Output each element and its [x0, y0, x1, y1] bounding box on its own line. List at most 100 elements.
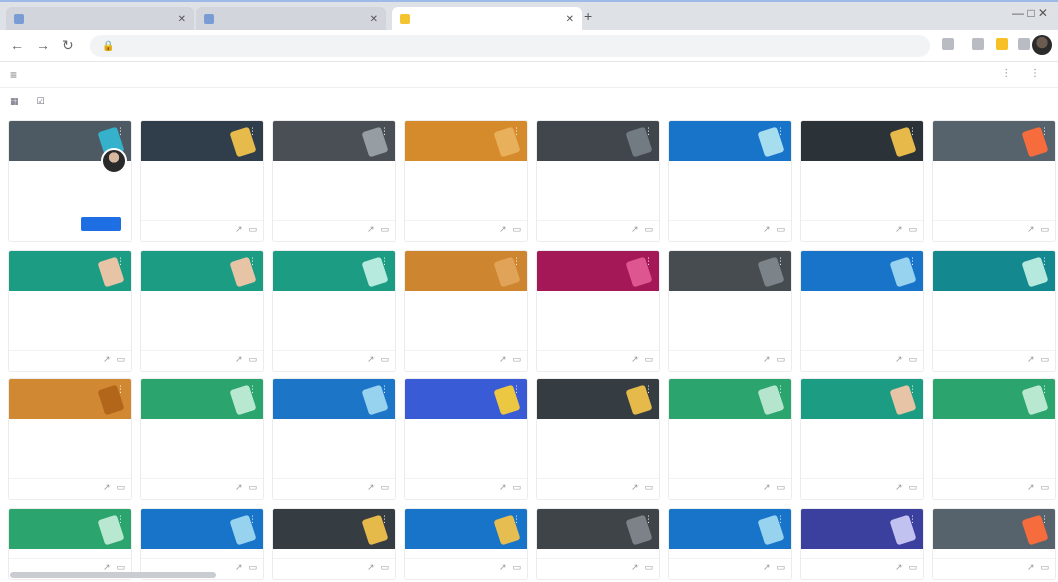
class-card[interactable]: ⋮ ↗ ▭ [932, 378, 1056, 500]
card-header-banner[interactable]: ⋮ [933, 379, 1055, 419]
card-header-banner[interactable]: ⋮ [801, 379, 923, 419]
class-card[interactable]: ⋮ ↗ ▭ [8, 378, 132, 500]
more-options-icon[interactable]: ⋮ [116, 126, 125, 137]
extension-icon[interactable] [1018, 38, 1030, 50]
class-card[interactable]: ⋮ ↗ ▭ [272, 120, 396, 242]
more-options-icon[interactable]: ⋮ [116, 256, 125, 267]
class-card[interactable]: ⋮ ↗ ▭ [272, 378, 396, 500]
more-options-icon[interactable]: ⋮ [1040, 126, 1049, 137]
card-header-banner[interactable]: ⋮ [273, 251, 395, 291]
browser-tab[interactable]: ✕ [6, 7, 194, 31]
class-card[interactable]: ⋮ ↗ ▭ [668, 120, 792, 242]
more-options-icon[interactable]: ⋮ [248, 384, 257, 395]
assignments-icon[interactable]: ↗ [763, 224, 771, 235]
card-header-banner[interactable]: ⋮ [537, 251, 659, 291]
folder-icon[interactable]: ▭ [380, 562, 389, 573]
folder-icon[interactable]: ▭ [380, 482, 389, 493]
more-options-icon[interactable]: ⋮ [116, 384, 125, 395]
card-header-banner[interactable]: ⋮ [141, 509, 263, 549]
assignments-icon[interactable]: ↗ [631, 482, 639, 493]
address-bar[interactable]: 🔒 [90, 35, 930, 57]
assignments-icon[interactable]: ↗ [763, 354, 771, 365]
assignments-icon[interactable]: ↗ [763, 562, 771, 573]
assignments-icon[interactable]: ↗ [1027, 482, 1035, 493]
class-card[interactable]: ⋮ ↗ ▭ [668, 378, 792, 500]
more-options-icon[interactable]: ⋮ [1040, 384, 1049, 395]
more-options-icon[interactable]: ⋮ [248, 256, 257, 267]
more-options-icon[interactable]: ⋮ [908, 256, 917, 267]
card-header-banner[interactable]: ⋮ [273, 121, 395, 161]
assignments-icon[interactable]: ↗ [103, 354, 111, 365]
more-options-icon[interactable]: ⋮ [512, 384, 521, 395]
class-card[interactable]: ⋮ ↗ ▭ [404, 250, 528, 372]
card-header-banner[interactable]: ⋮ [669, 509, 791, 549]
card-header-banner[interactable]: ⋮ [801, 509, 923, 549]
assignments-icon[interactable]: ↗ [367, 354, 375, 365]
assignments-icon[interactable]: ↗ [499, 482, 507, 493]
assignments-icon[interactable]: ↗ [895, 562, 903, 573]
folder-icon[interactable]: ▭ [644, 224, 653, 235]
assignments-icon[interactable]: ↗ [367, 482, 375, 493]
more-options-icon[interactable]: ⋮ [380, 256, 389, 267]
more-options-icon[interactable]: ⋮ [908, 514, 917, 525]
more-options-icon[interactable]: ⋮ [644, 514, 653, 525]
folder-icon[interactable]: ▭ [776, 354, 785, 365]
folder-icon[interactable]: ▭ [380, 224, 389, 235]
assignments-icon[interactable]: ↗ [895, 224, 903, 235]
assignments-icon[interactable]: ↗ [763, 482, 771, 493]
calendar-link[interactable]: ▦ [10, 96, 23, 107]
card-header-banner[interactable]: ⋮ [9, 379, 131, 419]
card-header-banner[interactable]: ⋮ [9, 251, 131, 291]
more-options-icon[interactable]: ⋮ [776, 126, 785, 137]
assignments-icon[interactable]: ↗ [631, 562, 639, 573]
card-header-banner[interactable]: ⋮ [669, 379, 791, 419]
back-icon[interactable]: ← [10, 37, 24, 53]
class-card[interactable]: ⋮ ↗ ▭ [800, 120, 924, 242]
card-header-banner[interactable]: ⋮ [537, 509, 659, 549]
card-header-banner[interactable]: ⋮ [273, 379, 395, 419]
class-card[interactable]: ⋮ ↗ ▭ [404, 120, 528, 242]
assignments-icon[interactable]: ↗ [1027, 562, 1035, 573]
class-card[interactable]: ⋮ ↗ ▭ [536, 250, 660, 372]
more-options-icon[interactable]: ⋮ [776, 256, 785, 267]
extension-icon[interactable] [942, 38, 954, 50]
new-tab-button[interactable]: + [584, 8, 592, 24]
folder-icon[interactable]: ▭ [116, 482, 125, 493]
assignments-icon[interactable]: ↗ [895, 482, 903, 493]
assignments-icon[interactable]: ↗ [499, 354, 507, 365]
class-card[interactable]: ⋮ ↗ ▭ [140, 508, 264, 580]
more-options-icon[interactable]: ⋮ [380, 126, 389, 137]
reload-icon[interactable]: ↻ [62, 37, 74, 54]
app-header-actions[interactable]: ⋮ ⋮ [1001, 68, 1048, 79]
class-card[interactable]: ⋮ ↗ ▭ [668, 250, 792, 372]
card-header-banner[interactable]: ⋮ [405, 379, 527, 419]
class-card[interactable]: ⋮ ↗ ▭ [536, 120, 660, 242]
assignments-icon[interactable]: ↗ [499, 562, 507, 573]
card-header-banner[interactable]: ⋮ [933, 251, 1055, 291]
card-header-banner[interactable]: ⋮ [141, 379, 263, 419]
folder-icon[interactable]: ▭ [644, 482, 653, 493]
folder-icon[interactable]: ▭ [644, 562, 653, 573]
class-card[interactable]: ⋮ ↗ ▭ [8, 508, 132, 580]
more-options-icon[interactable]: ⋮ [644, 384, 653, 395]
folder-icon[interactable]: ▭ [644, 354, 653, 365]
class-card[interactable]: ⋮ ↗ ▭ [800, 250, 924, 372]
folder-icon[interactable]: ▭ [248, 354, 257, 365]
assignments-icon[interactable]: ↗ [367, 224, 375, 235]
card-header-banner[interactable]: ⋮ [801, 121, 923, 161]
class-card[interactable]: ⋮ ↗ ▭ [140, 120, 264, 242]
class-card[interactable]: ⋮ ↗ ▭ [800, 378, 924, 500]
browser-tab-active[interactable]: ✕ [392, 7, 582, 31]
class-card[interactable]: ⋮ ↗ ▭ [932, 508, 1056, 580]
folder-icon[interactable]: ▭ [908, 354, 917, 365]
more-options-icon[interactable]: ⋮ [776, 514, 785, 525]
card-header-banner[interactable]: ⋮ [669, 251, 791, 291]
folder-icon[interactable]: ▭ [1040, 562, 1049, 573]
card-header-banner[interactable]: ⋮ [933, 121, 1055, 161]
assignments-icon[interactable]: ↗ [895, 354, 903, 365]
folder-icon[interactable]: ▭ [512, 482, 521, 493]
more-options-icon[interactable]: ⋮ [380, 514, 389, 525]
horizontal-scrollbar[interactable] [10, 572, 216, 578]
class-card[interactable]: ⋮ ↗ ▭ [932, 250, 1056, 372]
more-options-icon[interactable]: ⋮ [512, 256, 521, 267]
